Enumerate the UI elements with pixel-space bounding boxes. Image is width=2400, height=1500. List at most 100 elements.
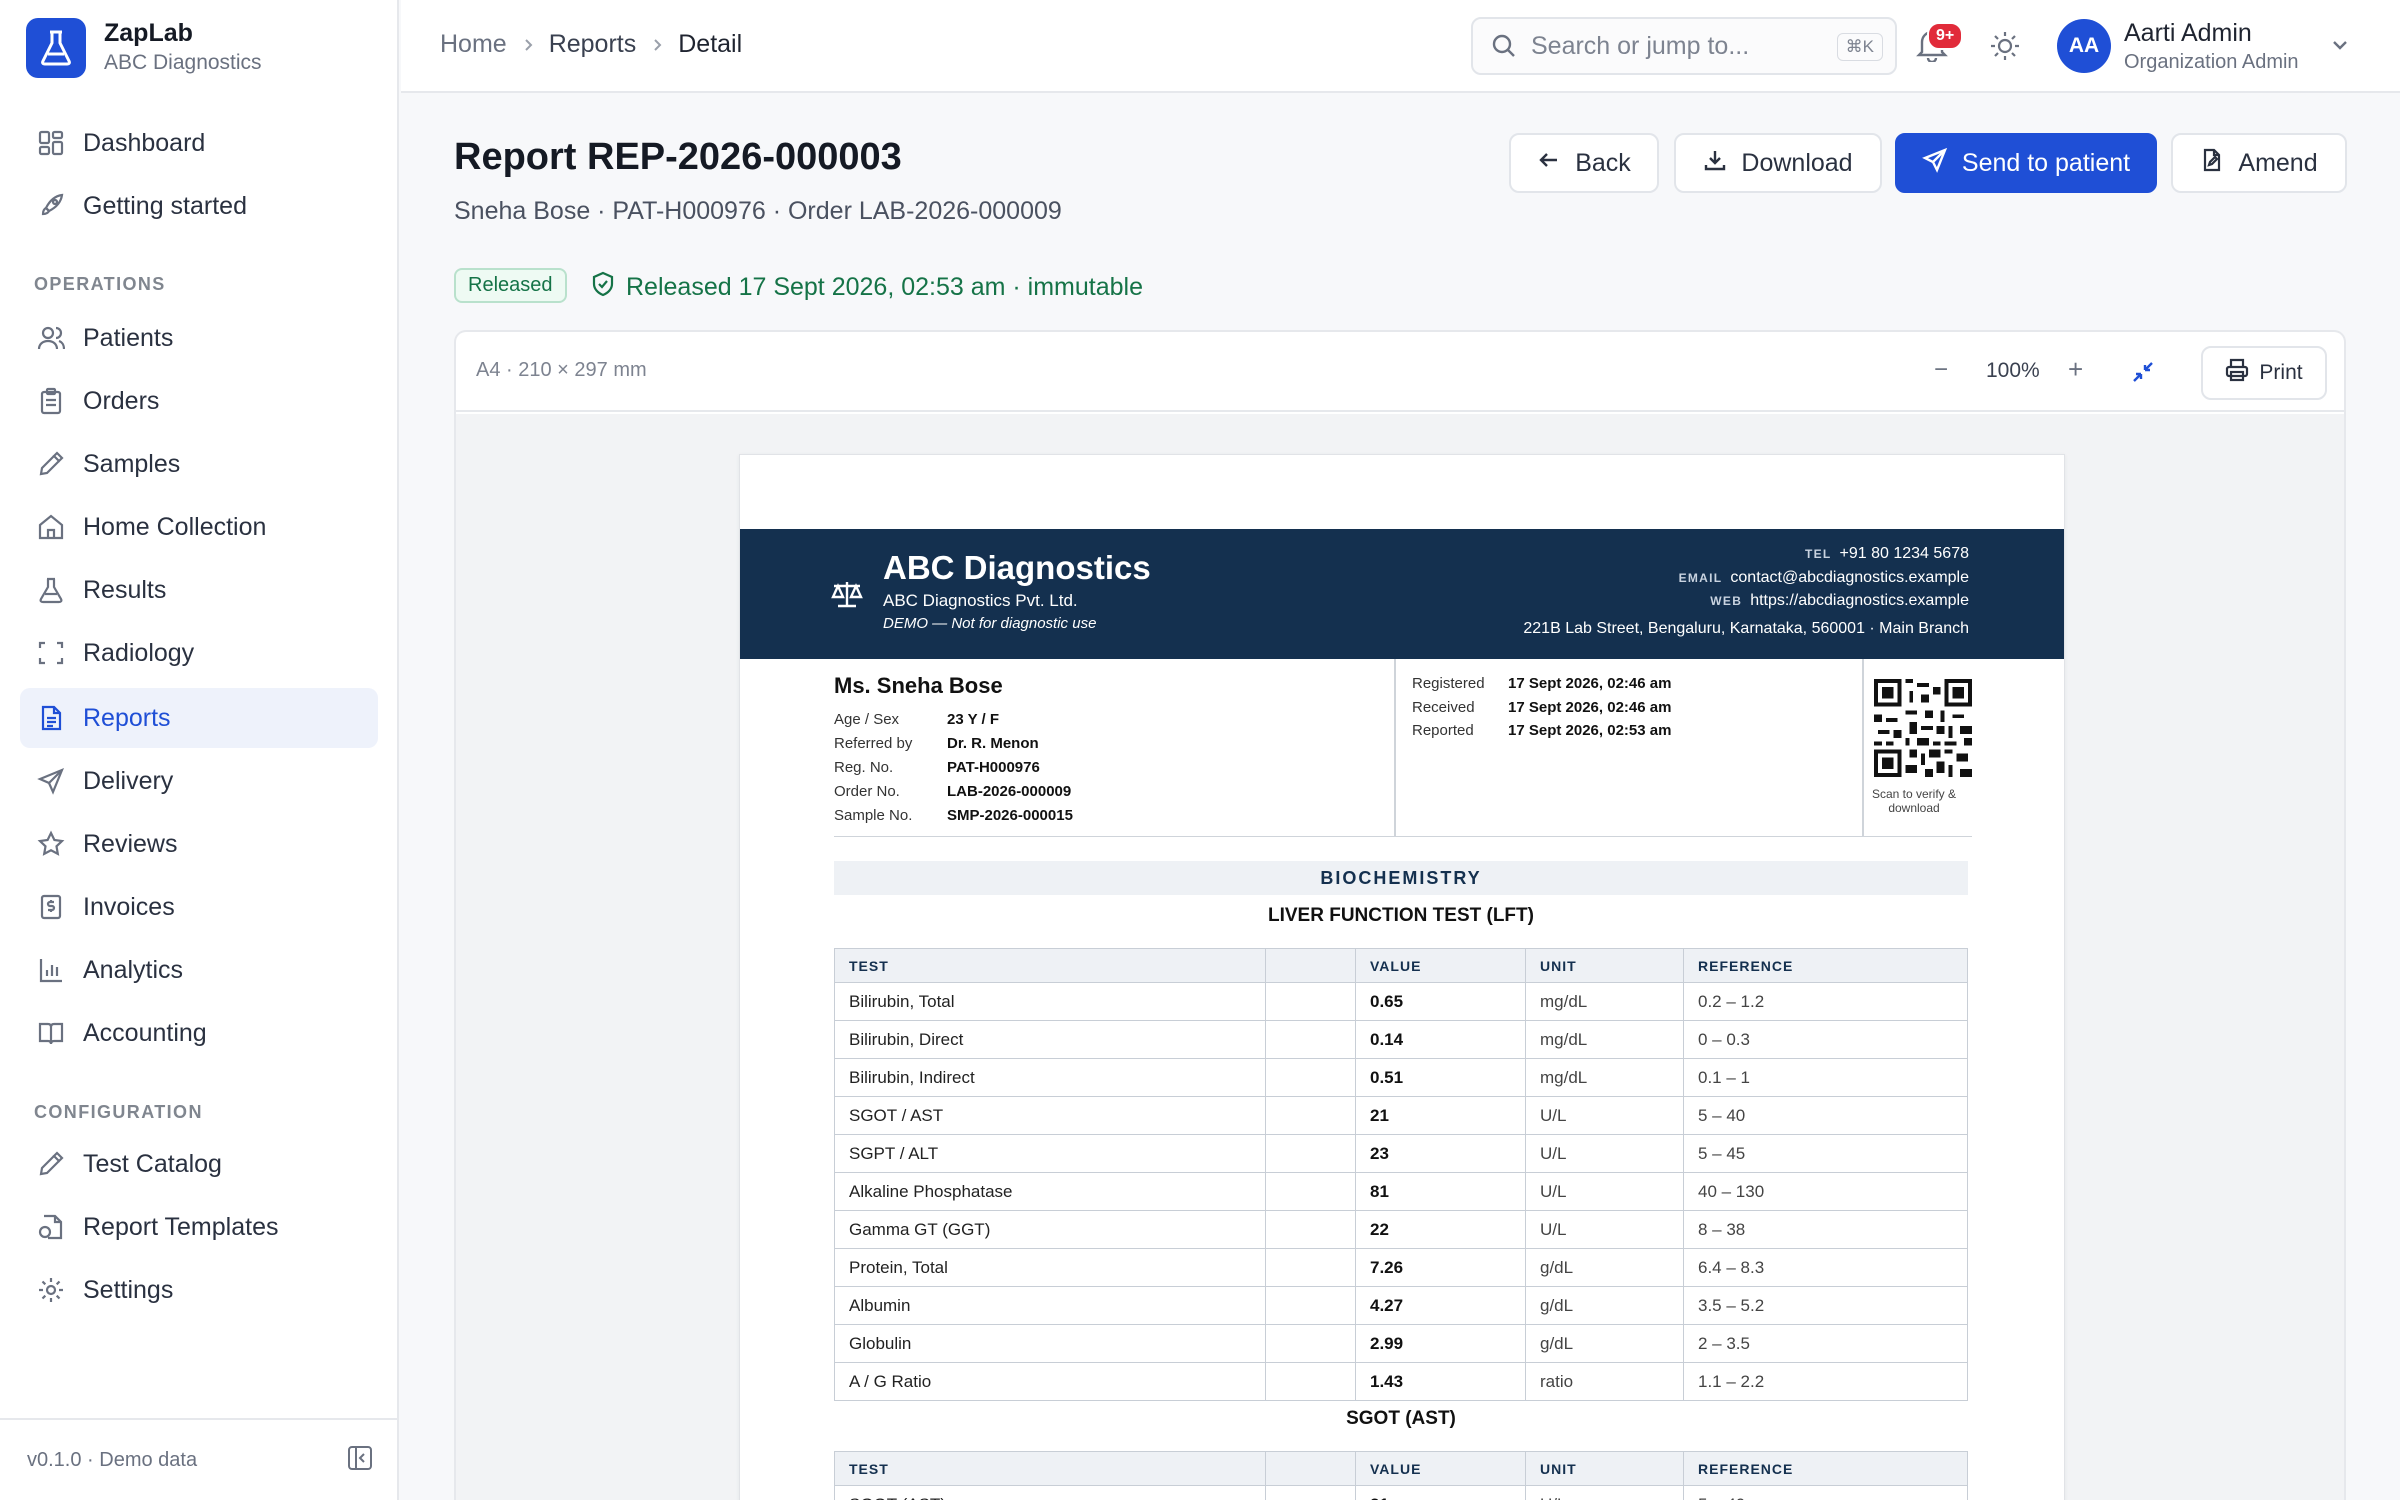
arrow-left-icon [1537,148,1575,179]
user-role: Organization Admin [2124,51,2299,73]
qr-code-icon[interactable] [1874,679,1972,782]
send-to-patient-button[interactable]: Send to patient [1895,133,2157,193]
result-value-cell: 22 [1355,1210,1526,1249]
sidebar-item-invoices[interactable]: Invoices [20,877,378,937]
column-header-unit: UNIT [1525,948,1684,983]
result-value-cell: 0.51 [1355,1058,1526,1097]
sidebar-item-patients[interactable]: Patients [20,308,378,368]
field-reg-no: Reg. No. PAT-H000976 [834,759,1040,776]
topbar: Home Reports Detail ⌘K 9+ AA Aarti Admin… [401,0,2400,93]
email-value: contact@abcdiagnostics.example [1730,569,1969,586]
sidebar-item-label: Results [83,575,167,604]
sidebar-item-label: Settings [83,1275,174,1304]
flag-cell [1265,1248,1356,1287]
released-info: Released 17 Sept 2026, 02:53 am · immuta… [590,271,1143,304]
sun-icon[interactable] [1989,30,2021,67]
section-label-operations: OPERATIONS [34,274,166,294]
user-name: Aarti Admin [2124,19,2252,47]
users-icon [36,323,66,353]
user-menu[interactable]: Aarti Admin Organization Admin [2124,18,2299,76]
reference-range-cell: 5 – 40 [1683,1096,1968,1135]
test-name-cell: SGOT (AST) [834,1485,1266,1500]
sidebar-item-getting-started[interactable]: Getting started [20,176,378,236]
result-value-cell: 0.14 [1355,1020,1526,1059]
breadcrumb-reports[interactable]: Reports [549,30,637,59]
sidebar-item-orders[interactable]: Orders [20,371,378,431]
flag-cell [1265,1172,1356,1211]
section-label-configuration: CONFIGURATION [34,1102,203,1122]
search-icon [1491,33,1517,59]
sidebar-item-delivery[interactable]: Delivery [20,751,378,811]
patient-info-block: Ms. Sneha Bose Age / Sex 23 Y / F Referre… [834,659,1972,837]
column-header-value: VALUE [1355,1451,1526,1486]
result-value-cell: 23 [1355,1134,1526,1173]
notification-badge: 9+ [1927,22,1964,50]
table-row: Protein, Total 7.26 g/dL 6.4 – 8.3 [834,1248,1968,1287]
sidebar-item-results[interactable]: Results [20,560,378,620]
reference-range-cell: 5 – 45 [1683,1134,1968,1173]
sidebar-item-label: Delivery [83,766,174,795]
download-icon [1703,148,1741,179]
department-heading: BIOCHEMISTRY [834,861,1968,895]
flag-cell [1265,1286,1356,1325]
report-document: ABC Diagnostics ABC Diagnostics Pvt. Ltd… [739,454,2065,1500]
result-value-cell: 1.43 [1355,1362,1526,1401]
zoom-in-button[interactable]: + [2068,354,2083,385]
panel-title-sgot: SGOT (AST) [1346,1408,1456,1429]
brand[interactable]: ZapLab ABC Diagnostics [26,18,262,78]
flask-icon [36,575,66,605]
web-label: WEB [1710,594,1743,608]
result-value-cell: 81 [1355,1172,1526,1211]
sidebar-item-home-collection[interactable]: Home Collection [20,497,378,557]
column-header-test: TEST [834,948,1266,983]
lab-legal-name: ABC Diagnostics Pvt. Ltd. [883,591,1078,610]
reference-range-cell: 0.1 – 1 [1683,1058,1968,1097]
paper-size-label: A4 · 210 × 297 mm [476,359,647,381]
search-input[interactable] [1531,31,1821,61]
chevron-right-icon [650,38,664,52]
fit-width-icon[interactable] [2130,359,2156,390]
date-registered: Registered 17 Sept 2026, 02:46 am [1412,675,1672,692]
web-value: https://abcdiagnostics.example [1750,592,1969,609]
zoom-out-button[interactable]: − [1934,356,1948,384]
reference-range-cell: 3.5 – 5.2 [1683,1286,1968,1325]
panel-title-lft: LIVER FUNCTION TEST (LFT) [1268,905,1534,926]
sidebar-item-analytics[interactable]: Analytics [20,940,378,1000]
collapse-sidebar-icon[interactable] [347,1445,373,1476]
email-label: EMAIL [1678,571,1723,585]
flag-cell [1265,982,1356,1021]
print-button[interactable]: Print [2201,346,2327,400]
avatar[interactable]: AA [2057,19,2111,73]
table-row: A / G Ratio 1.43 ratio 1.1 – 2.2 [834,1362,1968,1401]
sidebar-item-reports[interactable]: Reports [20,688,378,748]
sidebar-item-test-catalog[interactable]: Test Catalog [20,1134,378,1194]
result-value-cell: 0.65 [1355,982,1526,1021]
bar-chart-icon [36,955,66,985]
rocket-icon [36,191,66,221]
flag-cell [1265,1485,1356,1500]
field-age-sex: Age / Sex 23 Y / F [834,711,999,728]
sidebar-item-settings[interactable]: Settings [20,1260,378,1320]
sidebar-item-report-templates[interactable]: Report Templates [20,1197,378,1257]
sidebar-item-dashboard[interactable]: Dashboard [20,113,378,173]
amend-button[interactable]: Amend [2171,133,2347,193]
download-button[interactable]: Download [1674,133,1882,193]
chevron-down-icon[interactable] [2329,34,2351,61]
sidebar-item-reviews[interactable]: Reviews [20,814,378,874]
sidebar-item-radiology[interactable]: Radiology [20,623,378,683]
search-box[interactable]: ⌘K [1471,17,1897,75]
column-header-flag [1265,948,1356,983]
table-row: SGPT / ALT 23 U/L 5 – 45 [834,1134,1968,1173]
sidebar-item-samples[interactable]: Samples [20,434,378,494]
clipboard-icon [36,386,66,416]
book-icon [36,1018,66,1048]
reference-range-cell: 0 – 0.3 [1683,1020,1968,1059]
sidebar-item-accounting[interactable]: Accounting [20,1003,378,1063]
column-header-reference: REFERENCE [1683,1451,1968,1486]
unit-cell: g/dL [1525,1324,1684,1363]
back-button[interactable]: Back [1509,133,1659,193]
table-row: Alkaline Phosphatase 81 U/L 40 – 130 [834,1172,1968,1211]
field-referred-by: Referred by Dr. R. Menon [834,735,1039,752]
breadcrumb-home[interactable]: Home [440,30,507,59]
invoice-icon [36,892,66,922]
